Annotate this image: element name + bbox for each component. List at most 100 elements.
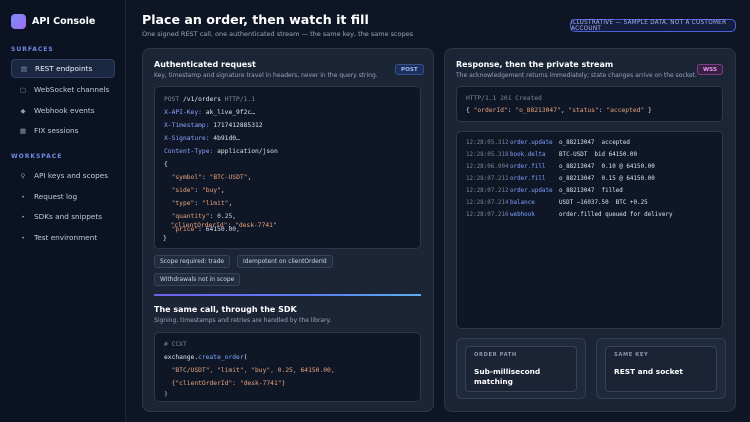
- stream-row: 12:28:06.904order.fill o_88213047 0.10 @ …: [466, 164, 655, 170]
- sdk-params-text: {"clientOrderId": "desk-7741"}: [171, 380, 286, 387]
- wss-method-badge: WSS: [697, 64, 723, 75]
- header-value: 1717412885312: [213, 122, 263, 129]
- sdk-comment: # CCXT: [164, 341, 187, 348]
- logo-icon: [11, 14, 26, 29]
- sdk-paren-close: ): [164, 391, 168, 398]
- stream-row: 12:28:07.216webhook order.filled queued f…: [466, 212, 673, 218]
- sidebar-item-api-keys[interactable]: ⚲ API keys and scopes: [11, 166, 115, 185]
- header-name: Content-Type:: [164, 148, 214, 155]
- sidebar-item-label: REST endpoints: [35, 64, 93, 73]
- request-path: /v1/orders: [182, 96, 221, 103]
- private-stream-log: 12:28:05.312order.update o_88213047 accep…: [456, 131, 723, 329]
- field-key: "quantity": [171, 213, 210, 220]
- request-protocol: HTTP/1.1: [224, 96, 256, 103]
- stream-event: order.update: [510, 140, 553, 146]
- body-field: "symbol": "BTC-USDT",: [171, 174, 252, 181]
- sdk-description: Signing, timestamps and retries are hand…: [154, 317, 332, 324]
- same-key-card: SAME KEY REST and socket: [596, 338, 726, 399]
- stream-timestamp: 12:28:05.318: [466, 152, 509, 158]
- dot-icon: •: [21, 192, 25, 201]
- response-body-line: { "orderId": "o_88213047", "status": "ac…: [466, 107, 652, 114]
- scope-chip: Scope required: trade: [154, 255, 231, 268]
- sdk-call-line: exchange.create_order(: [164, 354, 247, 361]
- field-value: "desk-7741": [235, 222, 277, 229]
- body-field: "type": "limit",: [171, 200, 233, 207]
- field-comma: ,: [232, 213, 237, 220]
- stream-event: order.fill: [510, 176, 546, 182]
- sdk-code-block: # CCXT exchange.create_order( "BTC/USDT"…: [154, 332, 421, 402]
- sidebar-item-label: SDKs and snippets: [34, 212, 103, 221]
- header-value: ak_live_9f2c…: [205, 109, 256, 116]
- sidebar: API Console SURFACES ▤ REST endpoints ▢ …: [0, 0, 126, 422]
- field-comma: ,: [220, 187, 225, 194]
- body-field: "side": "buy",: [171, 187, 225, 194]
- resp-status-value: "accepted": [606, 107, 645, 114]
- sdk-args: "BTC/USDT", "limit", "buy", 0.25, 64150.…: [164, 367, 335, 374]
- sidebar-item-sdks-snippets[interactable]: • SDKs and snippets: [11, 207, 115, 226]
- header-name: X-Signature:: [164, 135, 210, 142]
- header-name: X-Timestamp:: [164, 122, 210, 129]
- request-method: POST: [164, 96, 180, 103]
- dot-icon: •: [21, 212, 25, 221]
- header-name: X-API-Key:: [164, 109, 202, 116]
- sidebar-item-label: Webhook events: [34, 106, 95, 115]
- field-comma: ,: [247, 174, 252, 181]
- sidebar-item-label: FIX sessions: [34, 126, 79, 135]
- gradient-divider: [154, 294, 421, 296]
- stream-timestamp: 12:28:05.312: [466, 140, 509, 146]
- sdk-params: {"clientOrderId": "desk-7741"}: [164, 380, 286, 387]
- header-line: X-API-Key: ak_live_9f2c…: [164, 109, 255, 116]
- stream-message: o_88213047 accepted: [559, 140, 630, 146]
- sidebar-item-webhook-events[interactable]: ◆ Webhook events: [11, 101, 115, 120]
- sidebar-item-request-log[interactable]: • Request log: [11, 187, 115, 206]
- list-icon: ▤: [20, 64, 28, 73]
- field-value: "BTC-USDT": [209, 174, 248, 181]
- stream-message: o_88213047 0.10 @ 64150.00: [559, 164, 655, 170]
- order-path-inner: ORDER PATH Sub-millisecond matching: [465, 346, 577, 392]
- resp-status-key: "status": [568, 107, 599, 114]
- sdk-args-text: "BTC/USDT", "limit", "buy", 0.25, 64150.…: [171, 367, 335, 374]
- response-panel: Response, then the private stream The ac…: [444, 48, 736, 412]
- sdk-title: The same call, through the SDK: [154, 305, 297, 314]
- stream-event: book.delta: [510, 152, 546, 158]
- order-path-card: ORDER PATH Sub-millisecond matching: [456, 338, 586, 399]
- stream-row: 12:28:07.211order.fill o_88213047 0.15 @ …: [466, 176, 655, 182]
- sidebar-item-label: Test environment: [34, 233, 98, 242]
- stream-message: BTC-USDT bid 64150.00: [559, 152, 638, 158]
- section-heading-workspace: WORKSPACE: [11, 153, 63, 160]
- stream-row: 12:28:07.212order.update o_88213047 fille…: [466, 188, 623, 194]
- sidebar-item-websocket-channels[interactable]: ▢ WebSocket channels: [11, 80, 115, 99]
- socket-icon: ▢: [19, 85, 27, 94]
- stream-message: o_88213047 filled: [559, 188, 623, 194]
- key-icon: ⚲: [20, 171, 26, 180]
- field-key: "clientOrderId": [170, 222, 228, 229]
- response-status-line: HTTP/1.1 201 Created: [466, 95, 542, 102]
- sdk-function: create_order: [198, 354, 244, 361]
- sidebar-item-rest-endpoints[interactable]: ▤ REST endpoints: [11, 59, 115, 78]
- request-panel-title: Authenticated request: [154, 60, 256, 69]
- resp-brace-open: {: [466, 107, 474, 114]
- order-path-value: Sub-millisecond matching: [474, 367, 541, 386]
- page-title: Place an order, then watch it fill: [142, 12, 369, 27]
- withdrawals-chip: Withdrawals not in scope: [154, 273, 241, 286]
- resp-order-key: "orderId": [473, 107, 508, 114]
- sidebar-item-label: API keys and scopes: [34, 171, 109, 180]
- page-subtitle: One signed REST call, one authenticated …: [142, 30, 414, 38]
- stream-timestamp: 12:28:07.212: [466, 188, 509, 194]
- status-text: HTTP/1.1 201 Created: [466, 95, 542, 102]
- same-key-value: REST and socket: [614, 367, 683, 376]
- order-path-label: ORDER PATH: [474, 352, 517, 358]
- sdk-object: exchange.: [164, 354, 199, 361]
- section-heading-surfaces: SURFACES: [11, 46, 54, 53]
- resp-order-value: "o_88213047": [515, 107, 561, 114]
- stream-event: webhook: [510, 212, 535, 218]
- header-line: Content-Type: application/json: [164, 148, 278, 155]
- sidebar-item-test-environment[interactable]: • Test environment: [11, 228, 115, 247]
- stream-timestamp: 12:28:07.214: [466, 200, 509, 206]
- grid-icon: ▦: [19, 126, 27, 135]
- sidebar-item-fix-sessions[interactable]: ▦ FIX sessions: [11, 121, 115, 140]
- illustrative-badge: ILLUSTRATIVE — SAMPLE DATA, NOT A CUSTOM…: [570, 19, 736, 32]
- body-open: {: [164, 161, 168, 168]
- stream-row: 12:28:05.318book.delta BTC-USDT bid 64150…: [466, 152, 637, 158]
- request-panel: Authenticated request Key, timestamp and…: [142, 48, 434, 412]
